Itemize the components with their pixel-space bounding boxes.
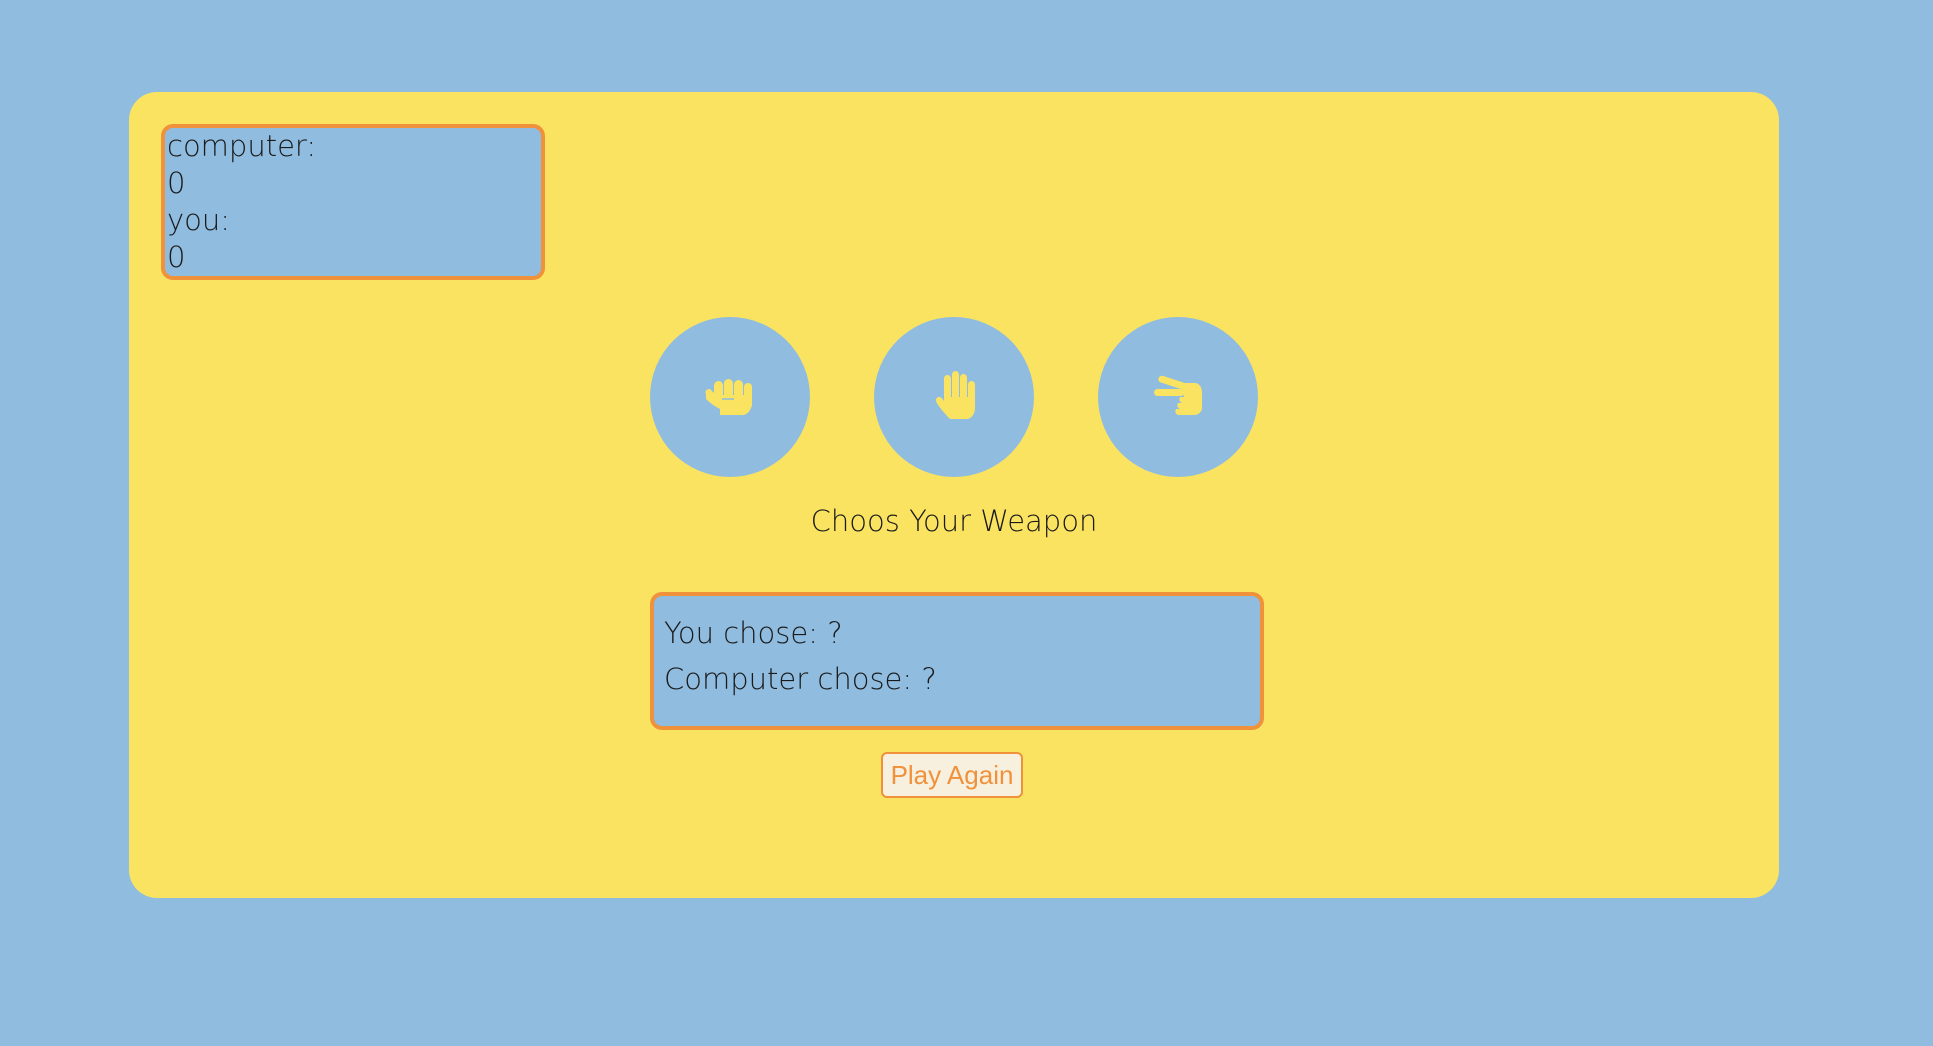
open-hand-icon <box>936 371 975 419</box>
scissors-button[interactable] <box>1098 317 1258 477</box>
choose-weapon-prompt: Choos Your Weapon <box>810 504 1098 538</box>
play-again-button[interactable]: Play Again <box>881 752 1023 798</box>
results-panel: You chose: ? Computer chose: ? <box>650 592 1264 730</box>
you-chose-row: You chose: ? <box>664 610 1260 656</box>
weapon-choices <box>650 317 1258 477</box>
paper-button[interactable] <box>874 317 1034 477</box>
game-card: computer: 0 you: 0 Choos Your Weapon You… <box>129 92 1779 898</box>
scoreboard: computer: 0 you: 0 <box>161 124 545 280</box>
you-chose-value: ? <box>827 616 843 650</box>
computer-chose-row: Computer chose: ? <box>664 656 1260 702</box>
fist-icon <box>705 379 752 415</box>
you-score-label: you: <box>167 203 231 237</box>
computer-chose-value: ? <box>921 662 937 696</box>
you-score-value: 0 <box>167 240 186 274</box>
computer-chose-label: Computer chose: <box>664 662 913 696</box>
computer-score-value: 0 <box>167 166 186 200</box>
peace-hand-icon <box>1154 375 1202 415</box>
computer-score-label: computer: <box>167 129 317 163</box>
rock-button[interactable] <box>650 317 810 477</box>
you-chose-label: You chose: <box>664 616 818 650</box>
